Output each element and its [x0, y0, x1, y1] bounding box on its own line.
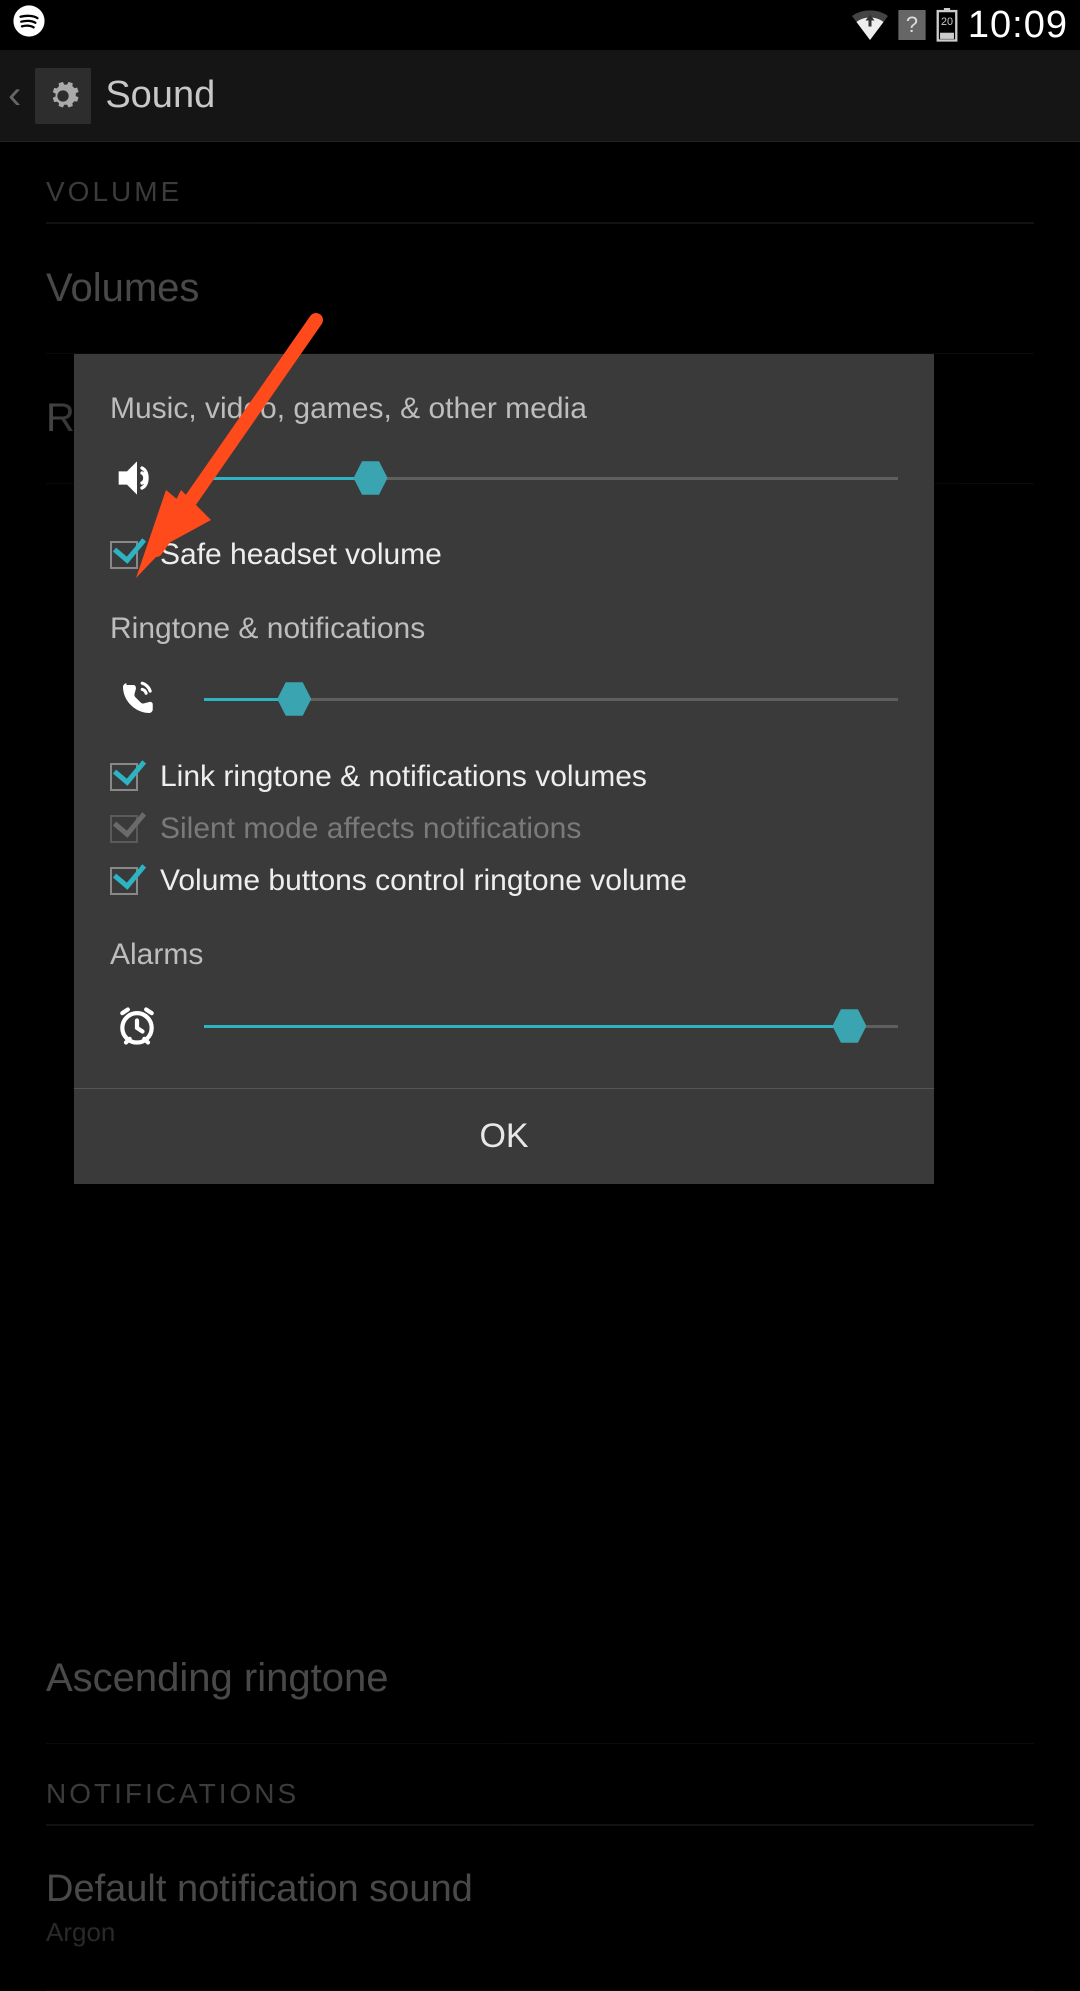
setting-sublabel: Argon	[46, 1917, 1034, 1948]
alarms-volume-slider[interactable]	[110, 1004, 898, 1048]
volumes-dialog: Music, video, games, & other media Safe …	[74, 354, 934, 1184]
media-volume-slider[interactable]	[110, 458, 898, 498]
checkbox-icon	[110, 763, 138, 791]
signal-unknown-icon: ?	[898, 10, 926, 40]
setting-volumes[interactable]: Volumes	[46, 224, 1034, 354]
link-volumes-checkbox[interactable]: Link ringtone & notifications volumes	[110, 760, 898, 794]
setting-ascending-ringtone[interactable]: Ascending ringtone	[46, 1614, 1034, 1744]
slider-track[interactable]	[204, 477, 898, 480]
slider-track[interactable]	[204, 1025, 898, 1028]
setting-label: Default notification sound	[46, 1868, 1034, 1911]
slider-thumb[interactable]	[277, 680, 311, 718]
checkbox-label: Volume buttons control ringtone volume	[160, 864, 687, 898]
ringtone-volume-label: Ringtone & notifications	[110, 612, 898, 646]
alarm-clock-icon	[114, 1004, 160, 1048]
svg-text:?: ?	[906, 12, 918, 37]
wifi-icon	[852, 10, 888, 40]
back-chevron-icon[interactable]: ‹	[8, 73, 21, 118]
battery-icon: 20	[936, 8, 958, 42]
section-header-volume: VOLUME	[46, 142, 1034, 224]
checkbox-label: Silent mode affects notifications	[160, 812, 581, 846]
clock: 10:09	[968, 4, 1068, 47]
ringtone-volume-slider[interactable]	[110, 678, 898, 720]
ok-button[interactable]: OK	[74, 1088, 934, 1184]
volume-buttons-checkbox[interactable]: Volume buttons control ringtone volume	[110, 864, 898, 898]
page-title: Sound	[105, 74, 215, 117]
alarms-volume-label: Alarms	[110, 938, 898, 972]
checkbox-label: Link ringtone & notifications volumes	[160, 760, 647, 794]
gear-icon[interactable]	[35, 68, 91, 124]
safe-headset-checkbox[interactable]: Safe headset volume	[110, 538, 898, 572]
phone-ringing-icon	[114, 678, 160, 720]
slider-thumb[interactable]	[832, 1007, 866, 1045]
slider-track[interactable]	[204, 698, 898, 701]
status-bar: ? 20 10:09	[0, 0, 1080, 50]
silent-mode-checkbox: Silent mode affects notifications	[110, 812, 898, 846]
media-volume-label: Music, video, games, & other media	[110, 392, 898, 426]
svg-text:20: 20	[941, 16, 953, 28]
spotify-icon	[12, 4, 46, 47]
checkbox-label: Safe headset volume	[160, 538, 442, 572]
app-bar: ‹ Sound	[0, 50, 1080, 142]
setting-default-notification-sound[interactable]: Default notification sound Argon	[46, 1826, 1034, 1991]
checkbox-icon	[110, 815, 138, 843]
checkbox-icon	[110, 541, 138, 569]
section-header-notifications: NOTIFICATIONS	[46, 1744, 1034, 1826]
checkbox-icon	[110, 867, 138, 895]
slider-thumb[interactable]	[354, 459, 388, 497]
speaker-icon	[114, 458, 160, 498]
